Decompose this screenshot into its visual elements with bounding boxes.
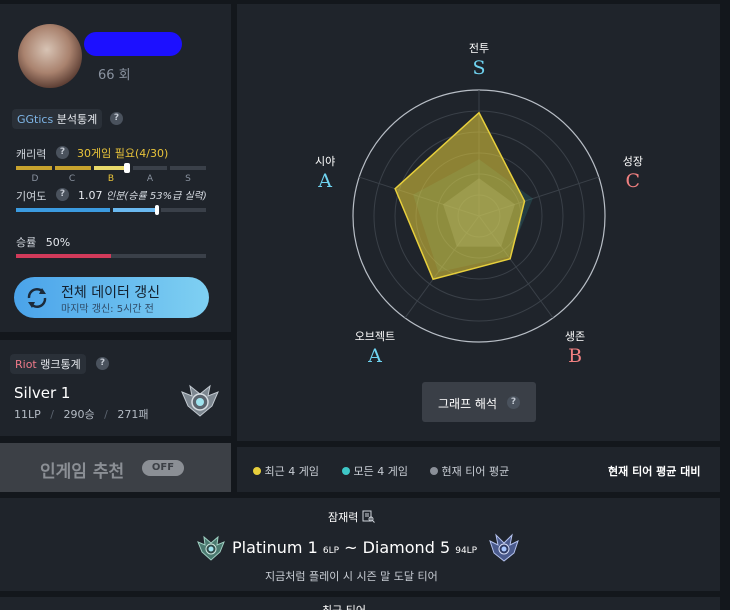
- profile-panel: 66 회 GGtics 분석통계 ? 캐리력 ? 30게임 필요(4/30) D…: [0, 4, 231, 332]
- tier-seg-c: [55, 166, 91, 170]
- redacted-name: [84, 32, 182, 56]
- refresh-button[interactable]: 전체 데이터 갱신 마지막 갱신: 5시간 전: [14, 277, 209, 318]
- help-icon[interactable]: ?: [56, 188, 69, 201]
- tier-marker: [124, 163, 130, 173]
- radar-axis-grade: B: [568, 345, 582, 367]
- help-icon[interactable]: ?: [96, 357, 109, 370]
- contribution-value: 1.07 인분(승률 53%급 실력): [78, 189, 207, 202]
- compare-link[interactable]: 현재 티어 평균 대비: [608, 463, 700, 479]
- recent-tier-panel: 최근 티어: [0, 597, 720, 610]
- contribution-marker: [155, 205, 159, 215]
- contribution-label: 기여도: [16, 190, 47, 203]
- tier-letter-a: A: [146, 174, 154, 184]
- radar-panel: 전투 S 성장 C 생존 B 오브젝트 A 시야 A 그래프 해석 ?: [237, 4, 720, 441]
- potential-title: 잠재력: [328, 509, 375, 525]
- riot-rank-panel: Riot 랭크통계 ? Silver 1 11LP / 290승 / 271패: [0, 340, 231, 436]
- winrate-bar-track: [16, 254, 206, 258]
- recent-tier-title: 최근 티어: [322, 602, 366, 610]
- tier-letter-c: C: [68, 174, 76, 184]
- ggtics-badge: GGtics 분석통계: [12, 109, 103, 129]
- legend-avg: 현재 티어 평균: [430, 463, 509, 479]
- ingame-recommend-panel[interactable]: 인게임 추천 OFF: [0, 443, 231, 492]
- refresh-title: 전체 데이터 갱신: [61, 285, 161, 301]
- potential-panel: 잠재력 Platinum 1 6LP ~ Diamond 5 94LP 지금처럼…: [0, 498, 720, 591]
- refresh-icon: [27, 288, 47, 308]
- legend-recent: 최근 4 게임: [253, 463, 319, 479]
- contribution-bar-3: [161, 208, 206, 212]
- potential-range: Platinum 1 6LP ~ Diamond 5 94LP: [232, 538, 478, 557]
- avatar: [18, 24, 82, 88]
- analysis-button[interactable]: 그래프 해석 ?: [422, 382, 536, 422]
- rank-stats: 11LP / 290승 / 271패: [14, 408, 149, 421]
- diamond-emblem-icon: [489, 533, 519, 562]
- radar-axis-label: 성장: [623, 155, 643, 168]
- analysis-label: 그래프 해석: [438, 397, 498, 411]
- help-icon[interactable]: ?: [56, 146, 69, 159]
- silver-emblem-icon: [181, 384, 219, 417]
- winrate-label: 승률 50%: [16, 236, 71, 249]
- radar-axis-label: 시야: [315, 155, 335, 168]
- refresh-sub: 마지막 갱신: 5시간 전: [61, 304, 154, 315]
- radar-axis-grade: A: [317, 170, 332, 192]
- radar-axis-label: 오브젝트: [355, 330, 395, 343]
- tier-seg-a: [133, 166, 167, 170]
- radar-axis-label: 전투: [469, 42, 489, 55]
- ingame-label: 인게임 추천: [40, 462, 125, 482]
- tier-letter-b: B: [107, 174, 115, 184]
- radar-series-recent: [394, 111, 526, 281]
- legend-all: 모든 4 게임: [342, 463, 408, 479]
- radar-axis-grade: C: [626, 170, 641, 192]
- career-value: 30게임 필요(4/30): [77, 147, 169, 160]
- radar-chart: 전투 S 성장 C 생존 B 오브젝트 A 시야 A: [315, 42, 643, 367]
- radar-axis-grade: S: [472, 57, 485, 79]
- rank-tier: Silver 1: [14, 384, 71, 402]
- contribution-bar-1: [16, 208, 110, 212]
- tier-letter-d: D: [31, 174, 39, 184]
- legend-bar: 최근 4 게임 모든 4 게임 현재 티어 평균 현재 티어 평균 대비: [237, 447, 720, 492]
- help-icon[interactable]: ?: [110, 112, 123, 125]
- potential-desc: 지금처럼 플레이 시 시즌 말 도달 티어: [265, 570, 438, 583]
- help-icon: ?: [507, 396, 520, 409]
- radar-axis-grade: A: [367, 345, 382, 367]
- radar-axis-label: 생존: [565, 330, 585, 343]
- winrate-bar-fill: [16, 254, 111, 258]
- career-label: 캐리력: [16, 148, 47, 161]
- ingame-toggle[interactable]: OFF: [142, 460, 184, 476]
- riot-badge: Riot 랭크통계: [10, 354, 86, 374]
- tier-seg-s: [170, 166, 206, 170]
- document-search-icon: [362, 510, 375, 523]
- tier-seg-d: [16, 166, 52, 170]
- platinum-emblem-icon: [197, 535, 225, 561]
- tier-letter-s: S: [185, 174, 191, 184]
- games-count: 66 회: [98, 68, 131, 83]
- contribution-bar-2: [113, 208, 157, 212]
